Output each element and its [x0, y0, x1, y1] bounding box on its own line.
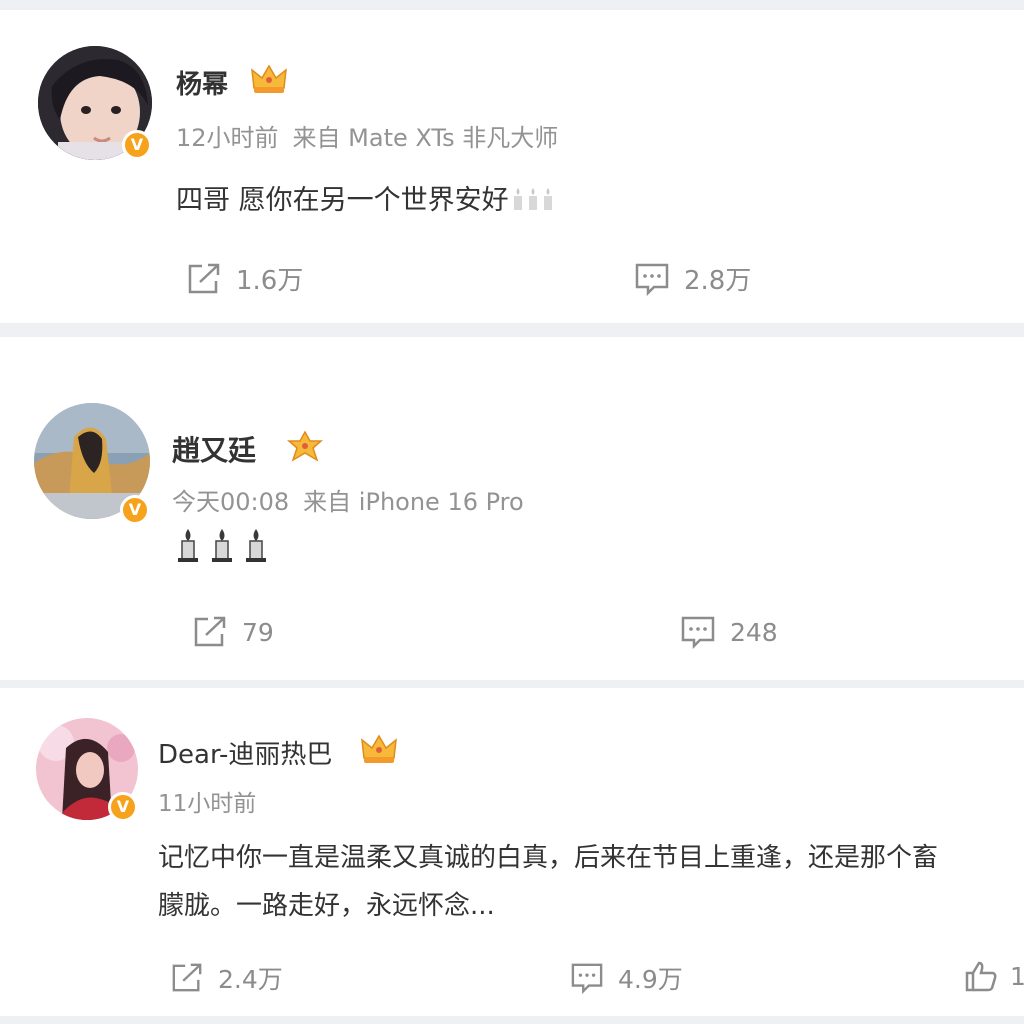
comment-icon	[681, 616, 715, 649]
comment-icon	[571, 963, 603, 994]
post-card: V 杨幂 12小时前 来自 Mate XTs 非凡大师 四哥 愿你在另一个世界安好…	[0, 10, 1024, 323]
verified-badge-icon: V	[108, 792, 138, 822]
candle-emoji-group	[511, 187, 555, 211]
repost-button[interactable]: 2.4万	[170, 960, 283, 996]
post-time[interactable]: 今天00:08	[172, 488, 289, 516]
post-content	[176, 527, 268, 567]
repost-icon	[194, 616, 226, 647]
crown-badge-icon	[251, 64, 287, 93]
repost-button[interactable]: 1.6万	[186, 260, 303, 297]
verified-badge-icon: V	[120, 495, 150, 525]
candle-emoji-group	[176, 527, 268, 563]
candle-icon	[212, 529, 232, 562]
post-time[interactable]: 11小时前	[158, 791, 256, 817]
thumbs-up-icon	[965, 961, 997, 992]
comment-count: 4.9万	[618, 965, 683, 994]
username[interactable]: 杨幂	[176, 64, 228, 101]
comment-button[interactable]: 248	[680, 615, 778, 649]
repost-count: 1.6万	[236, 266, 304, 296]
username[interactable]: 趙又廷	[172, 429, 256, 469]
candle-icon	[528, 188, 537, 210]
post-content: 记忆中你一直是温柔又真诚的白真，后来在节目上重逢，还是那个畜 朦胧。一路走好，永…	[158, 834, 1024, 930]
post-card: V Dear-迪丽热巴 11小时前 记忆中你一直是温柔又真诚的白真，后来在节目上…	[0, 688, 1024, 1016]
repost-count: 79	[242, 617, 274, 647]
candle-icon	[178, 529, 198, 562]
post-time[interactable]: 12小时前	[176, 124, 279, 152]
repost-button[interactable]: 79	[192, 615, 274, 649]
post-meta: 11小时前	[158, 784, 256, 818]
repost-count: 2.4万	[218, 965, 283, 994]
comment-button[interactable]: 2.8万	[634, 260, 751, 297]
comment-count: 2.8万	[684, 266, 752, 296]
candle-icon	[513, 188, 522, 210]
repost-icon	[188, 263, 220, 293]
post-content: 四哥 愿你在另一个世界安好	[176, 178, 555, 217]
like-button[interactable]: 1	[964, 960, 1024, 992]
comment-button[interactable]: 4.9万	[570, 960, 683, 996]
crown-badge-icon	[287, 430, 323, 462]
verified-badge-icon: V	[122, 130, 152, 160]
candle-icon	[246, 529, 266, 562]
post-text-line: 记忆中你一直是温柔又真诚的白真，后来在节目上重逢，还是那个畜	[158, 843, 939, 873]
repost-icon	[172, 963, 202, 992]
post-text-line: 朦胧。一路走好，永远怀念...	[158, 891, 495, 921]
post-source: 来自 Mate XTs 非凡大师	[292, 124, 559, 152]
crown-badge-icon	[361, 734, 397, 763]
comment-count: 248	[730, 617, 778, 647]
post-meta: 今天00:08 来自 iPhone 16 Pro	[172, 482, 524, 517]
post-meta: 12小时前 来自 Mate XTs 非凡大师	[176, 118, 558, 153]
post-text: 四哥 愿你在另一个世界安好	[176, 185, 509, 216]
post-card: V 趙又廷 今天00:08 来自 iPhone 16 Pro 79 248	[0, 337, 1024, 680]
candle-icon	[543, 188, 552, 210]
like-count: 1	[1010, 961, 1024, 991]
post-source: 来自 iPhone 16 Pro	[303, 488, 524, 516]
comment-icon	[635, 263, 669, 296]
username[interactable]: Dear-迪丽热巴	[158, 734, 332, 771]
